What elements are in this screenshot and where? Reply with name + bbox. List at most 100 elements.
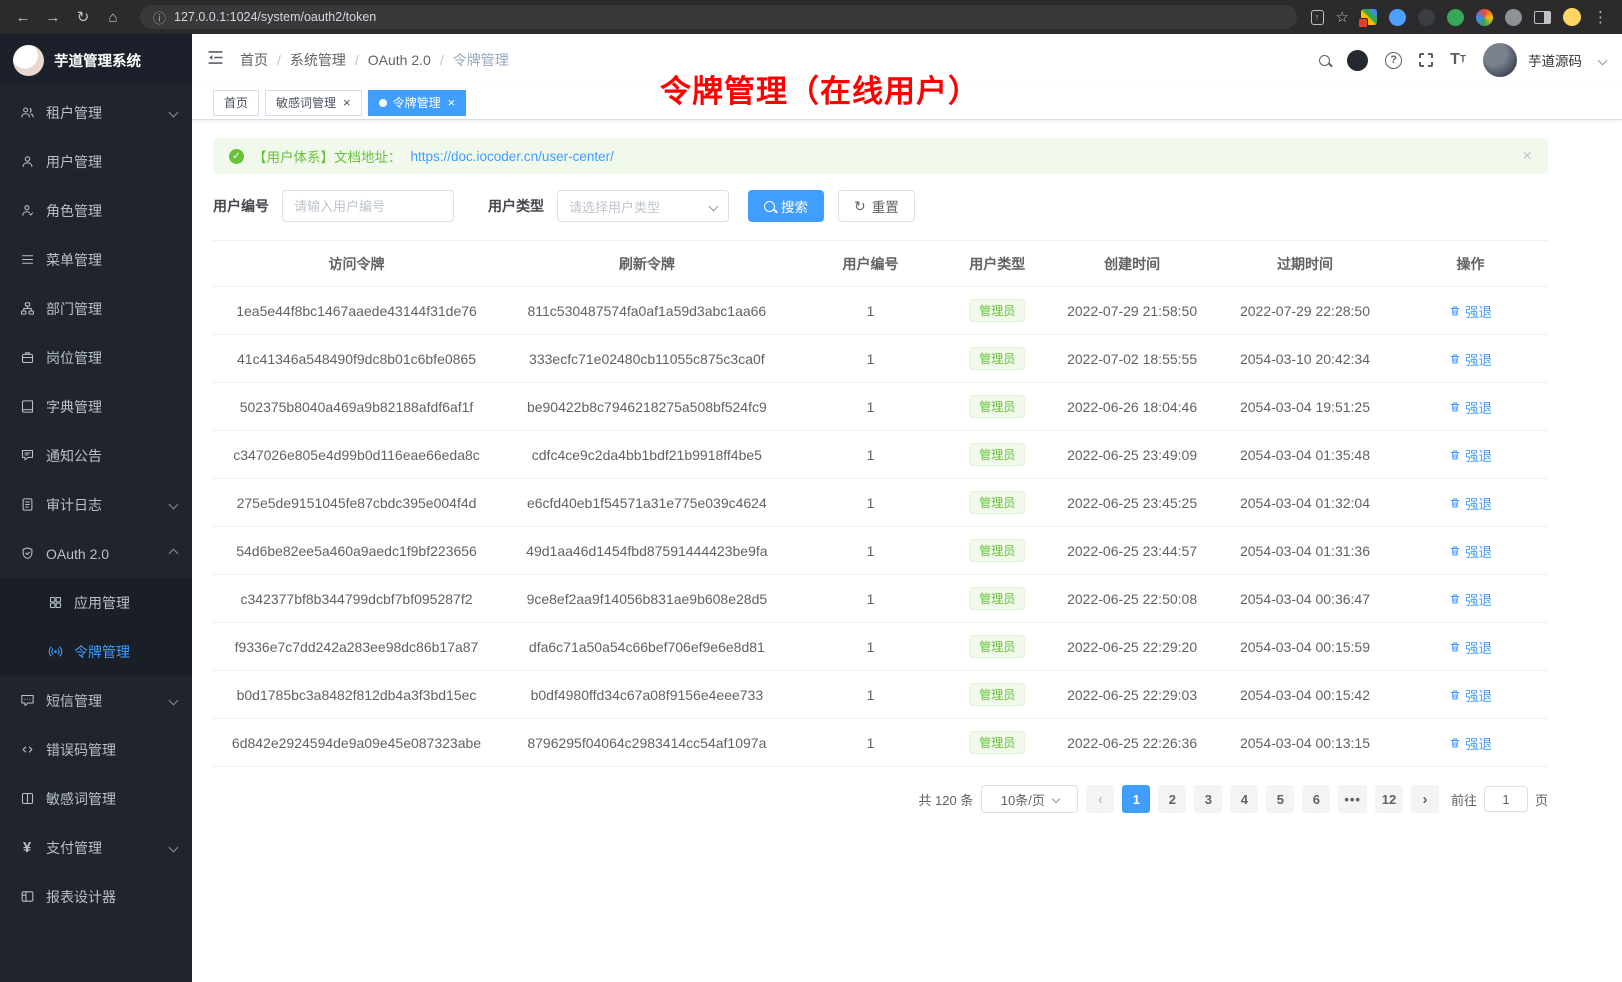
goto-page-input[interactable] [1484, 786, 1528, 812]
sidebar-item-user[interactable]: 用户管理 [0, 137, 192, 186]
breadcrumb-system[interactable]: 系统管理 [290, 50, 346, 70]
page-button-12[interactable]: 12 [1375, 785, 1403, 813]
force-logout-button[interactable]: 强退 [1449, 733, 1492, 753]
extension-pixel-icon[interactable] [1361, 9, 1377, 25]
side-panel-icon[interactable] [1534, 11, 1551, 24]
page-button-3[interactable]: 3 [1194, 785, 1222, 813]
page-button-6[interactable]: 6 [1302, 785, 1330, 813]
bookmark-star-icon[interactable]: ☆ [1336, 8, 1349, 26]
sidebar-item-report-designer[interactable]: 报表设计器 [0, 872, 192, 921]
col-actions: 操作 [1393, 241, 1548, 287]
reload-button[interactable]: ↻ [70, 4, 96, 30]
extension-green-icon[interactable] [1447, 9, 1464, 26]
page-size-select[interactable]: 10条/页 [981, 785, 1078, 813]
home-button[interactable]: ⌂ [100, 4, 126, 30]
sidebar-item-token-management[interactable]: 令牌管理 [0, 627, 192, 676]
user-avatar[interactable] [1483, 43, 1517, 77]
close-icon[interactable]: × [343, 95, 351, 110]
sidebar-item-oauth[interactable]: OAuth 2.0 [0, 529, 192, 578]
force-logout-button[interactable]: 强退 [1449, 589, 1492, 609]
sidebar-item-error-code[interactable]: 错误码管理 [0, 725, 192, 774]
font-size-icon[interactable]: TT [1450, 52, 1466, 68]
forward-button[interactable]: → [40, 4, 66, 30]
force-logout-button[interactable]: 强退 [1449, 685, 1492, 705]
prev-page-button[interactable]: ‹ [1086, 785, 1114, 813]
user-type-badge: 管理员 [969, 491, 1025, 514]
sidebar-item-pay[interactable]: ¥ 支付管理 [0, 823, 192, 872]
page-button-4[interactable]: 4 [1230, 785, 1258, 813]
tab-token-management[interactable]: 令牌管理 × [368, 90, 467, 116]
search-icon[interactable] [1319, 55, 1330, 66]
extension-blue-icon[interactable] [1389, 9, 1406, 26]
user-menu-caret-icon[interactable] [1598, 55, 1608, 65]
sidebar-item-post[interactable]: 岗位管理 [0, 333, 192, 382]
table-header-row: 访问令牌 刷新令牌 用户编号 用户类型 创建时间 过期时间 操作 [213, 241, 1548, 287]
reset-button[interactable]: ↻ 重置 [838, 190, 915, 222]
url-bar[interactable]: ⓘ 127.0.0.1:1024/system/oauth2/token [140, 5, 1297, 29]
sidebar-item-menu[interactable]: 菜单管理 [0, 235, 192, 284]
user-type-badge: 管理员 [969, 635, 1025, 658]
user-type-select[interactable]: 请选择用户类型 [557, 190, 729, 222]
dictionary-book-icon [19, 399, 35, 415]
alert-close-icon[interactable]: × [1522, 146, 1532, 166]
search-button[interactable]: 搜索 [748, 190, 824, 222]
doc-link[interactable]: https://doc.iocoder.cn/user-center/ [411, 149, 614, 164]
page-button-1[interactable]: 1 [1122, 785, 1150, 813]
pagination: 共 120 条 10条/页 ‹ 1 2 3 4 5 6 ••• 12 › 前往 … [213, 785, 1548, 813]
app-logo[interactable]: 芋道管理系统 [0, 34, 192, 86]
sidebar-menu: 租户管理 用户管理 角色管理 菜单管理 部门管理 岗位管理 字典管理 [0, 86, 192, 921]
fullscreen-icon[interactable] [1419, 53, 1433, 67]
chevron-down-icon [1052, 795, 1060, 803]
breadcrumb-home[interactable]: 首页 [240, 50, 268, 70]
github-icon[interactable] [1347, 50, 1368, 71]
force-logout-button[interactable]: 强退 [1449, 445, 1492, 465]
user-id-input[interactable] [282, 190, 454, 222]
user-name[interactable]: 芋道源码 [1528, 50, 1582, 70]
col-access-token: 访问令牌 [213, 241, 500, 287]
force-logout-button[interactable]: 强退 [1449, 637, 1492, 657]
extension-paw-icon[interactable] [1505, 9, 1522, 26]
sidebar-item-sms[interactable]: 短信管理 [0, 676, 192, 725]
more-pages-button[interactable]: ••• [1338, 785, 1367, 813]
extension-dark-icon[interactable] [1418, 9, 1435, 26]
user-type-badge: 管理员 [969, 395, 1025, 418]
sidebar-item-sensitive-word[interactable]: 敏感词管理 [0, 774, 192, 823]
error-code-icon [19, 742, 35, 758]
page-button-2[interactable]: 2 [1158, 785, 1186, 813]
tab-sensitive-word[interactable]: 敏感词管理 × [265, 90, 362, 116]
app-title: 芋道管理系统 [54, 50, 141, 71]
collapse-sidebar-button[interactable] [206, 48, 225, 72]
next-page-button[interactable]: › [1411, 785, 1439, 813]
extension-colorful-icon[interactable] [1476, 9, 1493, 26]
app-grid-icon [47, 595, 63, 611]
trash-icon [1449, 353, 1461, 365]
share-icon[interactable]: ↑ [1311, 10, 1324, 25]
force-logout-button[interactable]: 强退 [1449, 493, 1492, 513]
sidebar-item-dict[interactable]: 字典管理 [0, 382, 192, 431]
page-button-5[interactable]: 5 [1266, 785, 1294, 813]
force-logout-button[interactable]: 强退 [1449, 397, 1492, 417]
trash-icon [1449, 641, 1461, 653]
back-button[interactable]: ← [10, 4, 36, 30]
browser-menu-icon[interactable]: ⋮ [1593, 8, 1608, 26]
breadcrumb-oauth[interactable]: OAuth 2.0 [368, 52, 431, 68]
annotation-text: 令牌管理（在线用户） [660, 66, 980, 111]
sidebar-item-notice[interactable]: 通知公告 [0, 431, 192, 480]
tab-home[interactable]: 首页 [213, 90, 259, 116]
sidebar-item-audit-log[interactable]: 审计日志 [0, 480, 192, 529]
force-logout-button[interactable]: 强退 [1449, 541, 1492, 561]
sidebar-item-department[interactable]: 部门管理 [0, 284, 192, 333]
close-icon[interactable]: × [448, 95, 456, 110]
chevron-down-icon [709, 201, 719, 211]
report-designer-icon [19, 889, 35, 905]
user-type-badge: 管理员 [969, 587, 1025, 610]
sidebar-item-tenant[interactable]: 租户管理 [0, 88, 192, 137]
sidebar-item-app-management[interactable]: 应用管理 [0, 578, 192, 627]
help-icon[interactable]: ? [1385, 52, 1402, 69]
browser-profile-avatar[interactable] [1563, 8, 1581, 26]
sidebar-item-role[interactable]: 角色管理 [0, 186, 192, 235]
token-table: 访问令牌 刷新令牌 用户编号 用户类型 创建时间 过期时间 操作 1ea5e44… [213, 240, 1548, 767]
force-logout-button[interactable]: 强退 [1449, 301, 1492, 321]
site-info-icon[interactable]: ⓘ [153, 8, 166, 27]
force-logout-button[interactable]: 强退 [1449, 349, 1492, 369]
